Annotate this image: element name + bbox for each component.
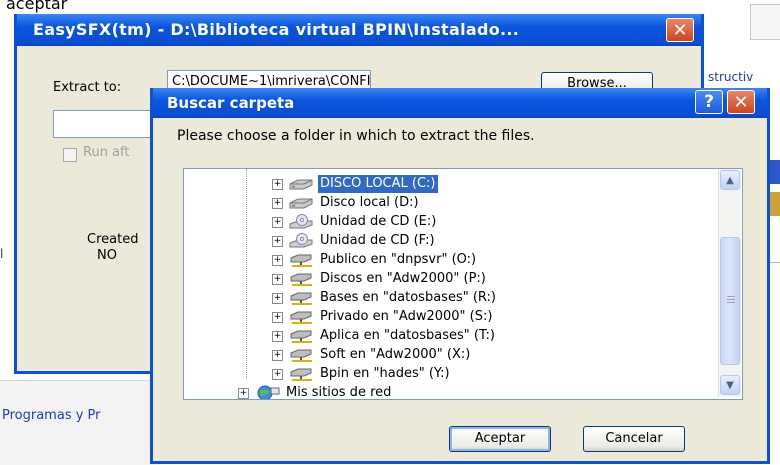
network-drive-icon [288,328,314,344]
run-after-checkbox[interactable] [63,148,77,162]
accept-button[interactable]: Aceptar [449,426,551,452]
cd-drive-icon [288,214,314,230]
tree-item-label: Disco local (D:) [320,195,419,210]
browse-folder-dialog: Buscar carpeta ? ✕ Please choose a folde… [150,88,770,464]
scroll-grip-icon [727,296,735,304]
created-by-text: Created [87,232,139,247]
close-icon[interactable]: ✕ [666,18,694,42]
tree-item-label: Publico en "dnpsvr" (O:) [320,252,477,267]
hard-drive-icon [288,176,314,192]
tree-item-label: Mis sitios de red [286,385,392,400]
tree-item-label: Bpin en "hades" (Y:) [320,366,450,381]
background-top-text: aceptar [6,0,68,13]
expand-icon[interactable]: + [238,388,249,399]
dialog-titlebar[interactable]: Buscar carpeta ? ✕ [153,88,767,118]
tree-item-label: Discos en "Adw2000" (P:) [320,271,486,286]
dialog-message: Please choose a folder in which to extra… [177,128,535,144]
vertical-scrollbar[interactable]: ▲ ▼ [718,169,741,397]
scroll-up-icon[interactable]: ▲ [720,170,740,190]
expand-icon[interactable]: + [272,274,283,285]
expand-icon[interactable]: + [272,312,283,323]
background-window-thumb [750,4,780,40]
network-drive-icon [288,366,314,382]
tree-connector [246,169,248,379]
tree-item-label: DISCO LOCAL (C:) [318,175,438,193]
background-icon [770,160,780,184]
background-right-text: structiv [708,70,754,84]
expand-icon[interactable]: + [272,331,283,342]
expand-icon[interactable]: + [272,293,283,304]
tree-item-label: Aplica en "datosbases" (T:) [320,328,495,343]
background-left-text: l [0,247,4,261]
expand-icon[interactable]: + [272,369,283,380]
notice-text: NO [97,248,117,263]
cd-drive-icon [288,233,314,249]
expand-icon[interactable]: + [272,217,283,228]
help-icon[interactable]: ? [695,90,723,114]
cancel-button[interactable]: Cancelar [583,426,685,452]
hard-drive-icon [288,195,314,211]
tree-item-label: Unidad de CD (F:) [320,233,435,248]
extract-to-label: Extract to: [53,80,122,95]
tree-item-label: Unidad de CD (E:) [320,214,437,229]
expand-icon[interactable]: + [272,179,283,190]
background-icon [770,192,780,216]
expand-icon[interactable]: + [272,350,283,361]
tree-item-label: Bases en "datosbases" (R:) [320,290,496,305]
dialog-title: Buscar carpeta [167,94,295,112]
scroll-thumb[interactable] [720,237,740,365]
close-icon[interactable]: ✕ [727,90,755,114]
tree-item-label: Soft en "Adw2000" (X:) [320,347,471,362]
expand-icon[interactable]: + [272,255,283,266]
expand-icon[interactable]: + [272,236,283,247]
network-places-icon [254,385,280,399]
expand-icon[interactable]: + [272,198,283,209]
window-title: EasySFX(tm) - D:\Biblioteca virtual BPIN… [33,20,520,39]
folder-tree[interactable]: + DISCO LOCAL (C:) + Disco local (D:) + Unida… [183,168,743,400]
network-drive-icon [288,252,314,268]
tree-item-label: Privado en "Adw2000" (S:) [320,309,493,324]
network-drive-icon [288,347,314,363]
easysfx-titlebar[interactable]: EasySFX(tm) - D:\Biblioteca virtual BPIN… [17,14,701,46]
run-after-label: Run aft [83,145,130,160]
scroll-down-icon[interactable]: ▼ [720,375,740,395]
background-link[interactable]: Programas y Pr [2,408,101,423]
network-drive-icon [288,271,314,287]
network-drive-icon [288,309,314,325]
network-drive-icon [288,290,314,306]
